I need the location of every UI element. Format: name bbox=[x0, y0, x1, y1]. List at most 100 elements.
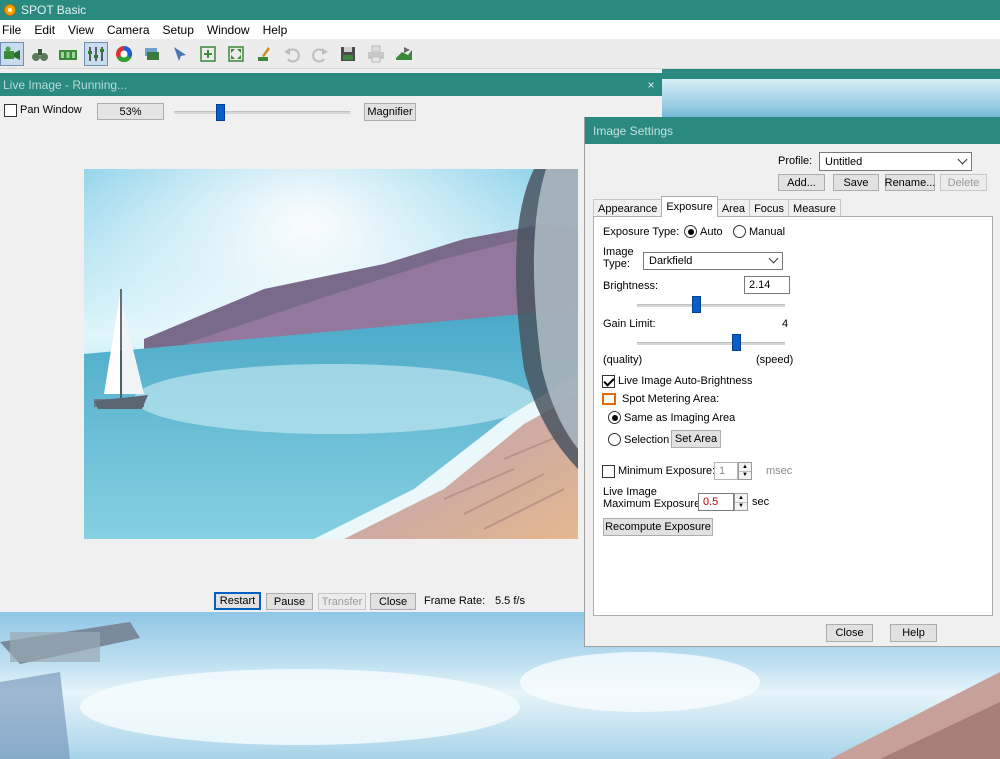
magnifier-button[interactable]: Magnifier bbox=[364, 103, 416, 121]
max-exposure-label-line2: Maximum Exposure: bbox=[603, 498, 704, 510]
profile-dropdown[interactable]: Untitled bbox=[819, 152, 972, 171]
spot-metering-color-swatch bbox=[602, 393, 616, 405]
brightness-slider-track[interactable] bbox=[637, 304, 785, 307]
exposure-type-label: Exposure Type: bbox=[603, 226, 680, 238]
app-title: SPOT Basic bbox=[21, 3, 87, 17]
pause-button[interactable]: Pause bbox=[266, 593, 313, 610]
menu-setup[interactable]: Setup bbox=[158, 23, 202, 37]
rename-profile-button[interactable]: Rename... bbox=[885, 174, 935, 191]
close-button[interactable]: Close bbox=[370, 593, 416, 610]
zoom-slider-track[interactable] bbox=[174, 111, 350, 114]
menu-file[interactable]: File bbox=[0, 23, 29, 37]
menu-camera[interactable]: Camera bbox=[102, 23, 158, 37]
chevron-down-icon bbox=[957, 154, 968, 164]
app-logo-icon bbox=[4, 4, 16, 16]
image-settings-window: Image Settings Profile: Untitled Add... … bbox=[584, 117, 1000, 647]
add-profile-button[interactable]: Add... bbox=[778, 174, 825, 191]
gain-limit-label: Gain Limit: bbox=[603, 318, 656, 330]
edit-pencil-icon[interactable] bbox=[252, 42, 276, 66]
brightness-label: Brightness: bbox=[603, 280, 659, 292]
zoom-value-display: 53% bbox=[97, 103, 164, 120]
spin-down-icon[interactable]: ▼ bbox=[739, 470, 751, 480]
redo-icon[interactable] bbox=[308, 42, 332, 66]
gain-limit-slider-track[interactable] bbox=[637, 342, 785, 345]
spin-up-icon[interactable]: ▲ bbox=[739, 463, 751, 471]
print-icon[interactable] bbox=[364, 42, 388, 66]
recompute-exposure-button[interactable]: Recompute Exposure bbox=[603, 518, 713, 536]
manual-radio[interactable] bbox=[733, 225, 746, 238]
minimum-exposure-field[interactable]: 1 bbox=[714, 462, 738, 480]
brightness-slider-thumb[interactable] bbox=[692, 296, 702, 313]
speed-label: (speed) bbox=[756, 354, 794, 366]
delete-profile-button[interactable]: Delete bbox=[940, 174, 987, 191]
minimum-exposure-label: Minimum Exposure: bbox=[618, 465, 716, 477]
levels-icon[interactable] bbox=[84, 41, 108, 66]
auto-brightness-checkbox[interactable] bbox=[602, 375, 615, 388]
tab-focus[interactable]: Focus bbox=[749, 199, 790, 217]
undo-icon[interactable] bbox=[280, 42, 304, 66]
zoom-in-icon[interactable] bbox=[196, 42, 220, 66]
set-area-button[interactable]: Set Area bbox=[671, 430, 721, 448]
tab-exposure[interactable]: Exposure bbox=[661, 196, 718, 217]
image-type-label-line2: Type: bbox=[603, 258, 630, 270]
menu-window[interactable]: Window bbox=[202, 23, 258, 37]
fit-window-icon[interactable] bbox=[224, 42, 248, 66]
app-titlebar: SPOT Basic bbox=[0, 0, 1000, 20]
pan-window-label: Pan Window bbox=[20, 104, 82, 116]
film-strip-icon[interactable] bbox=[56, 42, 80, 66]
zoom-slider-thumb[interactable] bbox=[215, 104, 225, 121]
menu-help[interactable]: Help bbox=[258, 23, 296, 37]
frame-rate-label: Frame Rate: bbox=[424, 595, 486, 607]
settings-help-button[interactable]: Help bbox=[890, 624, 937, 642]
auto-radio[interactable] bbox=[684, 225, 697, 238]
image-settings-titlebar: Image Settings bbox=[585, 117, 1000, 144]
spin-up-icon[interactable]: ▲ bbox=[735, 494, 747, 502]
live-image-view[interactable] bbox=[84, 169, 578, 539]
quality-label: (quality) bbox=[603, 354, 643, 366]
profile-label: Profile: bbox=[778, 155, 813, 167]
tab-area[interactable]: Area bbox=[716, 199, 751, 217]
msec-label: msec bbox=[766, 465, 793, 477]
save-icon[interactable] bbox=[336, 42, 360, 66]
export-icon[interactable] bbox=[392, 42, 416, 66]
manual-label: Manual bbox=[749, 226, 786, 238]
pan-window-checkbox[interactable] bbox=[4, 104, 17, 117]
exposure-tab-panel: Exposure Type: Auto Manual Image Type: D… bbox=[593, 216, 993, 616]
minimum-exposure-checkbox[interactable] bbox=[602, 465, 615, 478]
gain-limit-slider-thumb[interactable] bbox=[732, 334, 742, 351]
pointer-icon[interactable] bbox=[168, 42, 192, 66]
live-image-window: Live Image - Running... × Pan Window 53%… bbox=[0, 73, 662, 612]
color-wheel-icon[interactable] bbox=[112, 42, 136, 66]
minimum-exposure-spinner[interactable]: ▲ ▼ bbox=[738, 462, 752, 480]
gain-limit-value: 4 bbox=[782, 318, 789, 330]
transfer-button[interactable]: Transfer bbox=[318, 593, 366, 610]
toolbar bbox=[0, 39, 1000, 69]
restart-button[interactable]: Restart bbox=[214, 592, 261, 610]
max-exposure-field[interactable]: 0.5 bbox=[698, 493, 734, 511]
live-image-title: Live Image - Running... bbox=[3, 77, 128, 92]
menu-edit[interactable]: Edit bbox=[29, 23, 63, 37]
brightness-field[interactable]: 2.14 bbox=[744, 276, 790, 294]
settings-close-button[interactable]: Close bbox=[826, 624, 873, 642]
image-type-dropdown[interactable]: Darkfield bbox=[643, 252, 783, 270]
frame-rate-value: 5.5 f/s bbox=[495, 595, 525, 607]
sec-label: sec bbox=[752, 496, 770, 508]
background-window-titlebar bbox=[662, 69, 1000, 79]
max-exposure-spinner[interactable]: ▲ ▼ bbox=[734, 493, 748, 511]
tab-measure[interactable]: Measure bbox=[788, 199, 841, 217]
same-as-imaging-radio[interactable] bbox=[608, 411, 621, 424]
max-exposure-label-line1: Live Image bbox=[603, 486, 657, 498]
chevron-down-icon bbox=[768, 253, 779, 264]
close-icon[interactable]: × bbox=[640, 73, 662, 96]
save-profile-button[interactable]: Save bbox=[833, 174, 879, 191]
layers-icon[interactable] bbox=[140, 42, 164, 66]
binoculars-icon[interactable] bbox=[28, 42, 52, 66]
selection-radio[interactable] bbox=[608, 433, 621, 446]
menu-view[interactable]: View bbox=[63, 23, 102, 37]
menu-bar: File Edit View Camera Setup Window Help bbox=[0, 20, 1000, 39]
settings-tabs: Appearance Exposure Area Focus Measure bbox=[593, 196, 841, 217]
spin-down-icon[interactable]: ▼ bbox=[735, 501, 747, 511]
camera-icon[interactable] bbox=[0, 41, 24, 66]
live-image-titlebar: Live Image - Running... × bbox=[0, 73, 662, 96]
tab-appearance[interactable]: Appearance bbox=[593, 199, 663, 217]
